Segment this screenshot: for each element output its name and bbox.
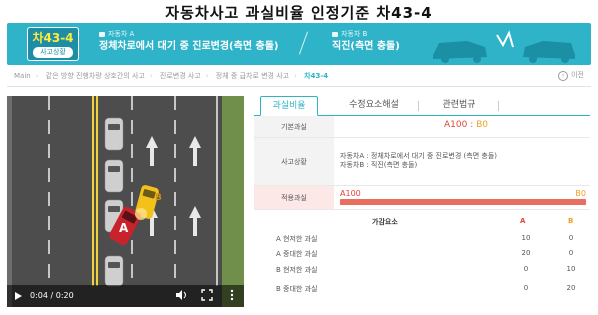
basic-ratio-value: A100 : B0 [444,120,489,130]
factor-name: A 현저한 과실 [276,235,318,243]
factor-a-value: 20 [521,249,531,257]
page-title: 자동차사고 과실비율 인정기준 차43-4 [165,4,433,22]
factors-col-b: B [568,217,574,225]
fault-panel: 과실비율 수정요소해설 관련법규 기본과실 A100 : B0 사고상황 자동차… [254,94,590,309]
factor-a-value: 10 [521,234,531,242]
applied-ratio-b: B0 [575,189,586,198]
header-divider [7,86,591,87]
basic-ratio-row: 기본과실 A100 : B0 [254,116,590,138]
factor-row: B 현저한 과실 0 10 [254,261,590,276]
tab-divider [498,101,499,111]
situation-text: 자동차A : 정체차로에서 대기 중 진로변경 (측면 충돌) 자동차B : 직… [340,152,497,170]
factor-a-value: 0 [523,284,529,292]
case-code-sub: 사고상황 [33,47,73,58]
factors-title: 가감요소 [372,218,398,226]
factor-a-value: 0 [523,265,529,273]
breadcrumb: Main › 같은 방향 진행차량 상호간의 사고 › 진로변경 사고 › 정체 중 … [14,72,329,80]
factors-col-a: A [520,217,526,225]
road-scene: A B [7,96,244,307]
more-options-icon[interactable] [226,289,238,301]
tab-bar: 과실비율 수정요소해설 관련법규 [254,94,590,116]
basic-ratio-label: 기본과실 [254,116,334,137]
breadcrumb-home[interactable]: Main [14,72,31,80]
factor-b-value: 20 [566,284,576,292]
video-time: 0:04 / 0:20 [30,291,74,300]
prev-label: 이전 [571,71,584,79]
case-code: 차43-4 [32,31,74,45]
factor-name: A 중대한 과실 [276,250,318,258]
applied-ratio-label: 적용과실 [254,186,334,209]
play-icon[interactable] [15,292,22,300]
tab-divider [418,101,419,111]
tab-fault-ratio[interactable]: 과실비율 [260,96,318,116]
situation-line-b: 자동차B : 직진(측면 충돌) [340,161,418,169]
situation-label: 사고상황 [254,138,334,185]
party-a-info: 자동차 A 정체차로에서 대기 중 진로변경(측면 충돌) [99,29,278,55]
factors-header: 가감요소 A B [254,214,590,228]
factor-row: A 현저한 과실 10 0 [254,230,590,245]
collision-illustration [433,30,575,63]
tab-related-laws[interactable]: 관련법규 [424,96,494,116]
situation-line-a: 자동차A : 정체차로에서 대기 중 진로변경 (측면 충돌) [340,152,497,160]
factor-name: B 중대한 과실 [276,285,318,293]
accident-video[interactable]: A B 0:04 / 0:20 [7,96,244,307]
car-icon [332,31,338,37]
breadcrumb-item[interactable]: 진로변경 사고 [160,72,201,80]
case-badge: 차43-4 사고상황 [27,27,79,61]
tab-factor-explanation[interactable]: 수정요소해설 [334,96,414,116]
breadcrumb-current: 차43-4 [304,72,329,80]
party-b-label: 자동차 B [341,30,368,38]
video-controls: 0:04 / 0:20 [7,285,244,307]
party-b-desc: 직진(측면 충돌) [332,41,400,52]
situation-row: 사고상황 자동차A : 정체차로에서 대기 중 진로변경 (측면 충돌) 자동차… [254,138,590,186]
svg-text:A: A [119,221,129,235]
applied-ratio-row: 적용과실 A100 B0 [254,186,590,210]
divider-slash [298,31,309,55]
basic-ratio-a: A100 [444,120,468,130]
case-banner: 차43-4 사고상황 자동차 A 정체차로에서 대기 중 진로변경(측면 충돌)… [7,23,591,65]
factor-b-value: 0 [568,234,574,242]
fullscreen-icon[interactable] [201,289,213,301]
factor-b-value: 0 [568,249,574,257]
factor-row: B 중대한 과실 0 20 [254,280,590,295]
factor-row: A 중대한 과실 20 0 [254,245,590,260]
party-a-label: 자동차 A [108,30,135,38]
prev-button[interactable]: ‹ 이전 [558,70,584,81]
applied-ratio-fill [340,199,586,205]
car-icon [99,31,105,37]
volume-icon[interactable] [175,289,187,301]
applied-ratio-bar [340,199,586,205]
factor-b-value: 10 [566,265,576,273]
applied-ratio-a: A100 [340,189,361,198]
breadcrumb-item[interactable]: 같은 방향 진행차량 상호간의 사고 [46,72,145,80]
party-a-desc: 정체차로에서 대기 중 진로변경(측면 충돌) [99,41,279,52]
factor-name: B 현저한 과실 [276,266,318,274]
back-arrow-icon: ‹ [558,71,569,81]
svg-text:B: B [155,193,162,203]
party-b-info: 자동차 B 직진(측면 충돌) [332,29,400,55]
breadcrumb-item[interactable]: 정체 중 급차로 변경 사고 [216,72,289,80]
basic-ratio-b: B0 [476,120,489,130]
